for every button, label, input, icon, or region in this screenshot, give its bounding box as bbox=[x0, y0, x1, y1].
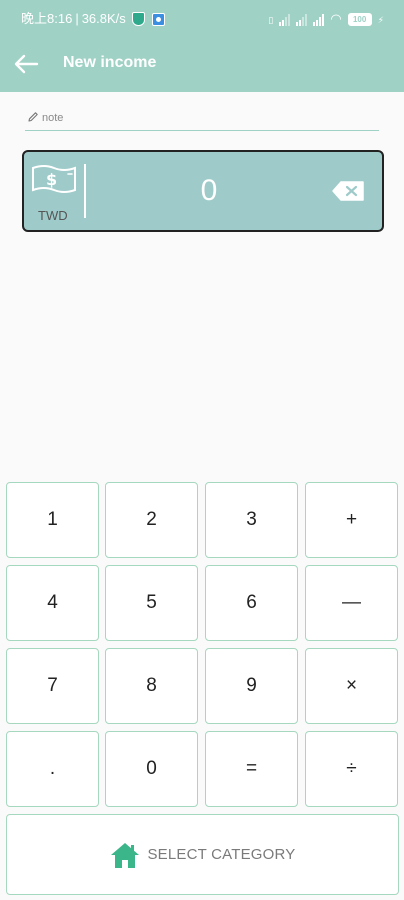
key-6[interactable]: 6 bbox=[205, 565, 298, 641]
charging-icon: ⚡ bbox=[377, 15, 384, 25]
note-input[interactable] bbox=[42, 108, 372, 128]
back-arrow-icon[interactable] bbox=[10, 48, 42, 80]
select-category-button[interactable]: SELECT CATEGORY bbox=[6, 814, 399, 895]
wifi-icon: ◠ bbox=[330, 11, 342, 26]
battery-icon: 100 bbox=[347, 13, 372, 26]
signal-icon-2 bbox=[296, 14, 308, 26]
key-plus[interactable]: + bbox=[305, 482, 398, 558]
backspace-icon[interactable] bbox=[331, 180, 365, 202]
key-8[interactable]: 8 bbox=[105, 648, 198, 724]
app-bar: New income bbox=[0, 36, 404, 92]
amount-display: 0 bbox=[200, 174, 218, 207]
app-notification-icon bbox=[151, 12, 165, 26]
key-0[interactable]: 0 bbox=[105, 731, 198, 807]
key-4[interactable]: 4 bbox=[6, 565, 99, 641]
key-9[interactable]: 9 bbox=[205, 648, 298, 724]
card-divider bbox=[84, 164, 86, 218]
status-time: 晚上8:16 bbox=[21, 11, 73, 26]
key-multiply[interactable]: × bbox=[305, 648, 398, 724]
signal-icon-3 bbox=[313, 14, 325, 26]
status-right: ▯ ◠ 100 ⚡ bbox=[268, 10, 384, 26]
shield-notification-icon bbox=[131, 12, 145, 26]
svg-text:$: $ bbox=[46, 170, 57, 189]
status-left: 晚上8:16 | 36.8K/s bbox=[21, 11, 165, 27]
key-5[interactable]: 5 bbox=[105, 565, 198, 641]
money-bill-icon[interactable]: $ bbox=[30, 162, 78, 198]
pencil-icon bbox=[28, 112, 38, 122]
status-separator: | bbox=[75, 11, 79, 26]
page-title: New income bbox=[63, 54, 157, 71]
signal-icon bbox=[279, 14, 291, 26]
select-category-label: SELECT CATEGORY bbox=[147, 846, 296, 863]
amount-card: $ TWD 0 bbox=[22, 150, 384, 232]
key-3[interactable]: 3 bbox=[205, 482, 298, 558]
key-7[interactable]: 7 bbox=[6, 648, 99, 724]
key-minus[interactable]: — bbox=[305, 565, 398, 641]
key-divide[interactable]: ÷ bbox=[305, 731, 398, 807]
key-decimal[interactable]: . bbox=[6, 731, 99, 807]
home-icon bbox=[111, 842, 140, 868]
status-bar: 晚上8:16 | 36.8K/s ▯ ◠ 100 ⚡ bbox=[0, 0, 404, 36]
vibrate-icon: ▯ bbox=[268, 15, 274, 25]
key-2[interactable]: 2 bbox=[105, 482, 198, 558]
key-1[interactable]: 1 bbox=[6, 482, 99, 558]
network-speed: 36.8K/s bbox=[81, 11, 126, 26]
key-equals[interactable]: = bbox=[205, 731, 298, 807]
note-field[interactable] bbox=[25, 108, 379, 131]
currency-label[interactable]: TWD bbox=[38, 209, 68, 223]
